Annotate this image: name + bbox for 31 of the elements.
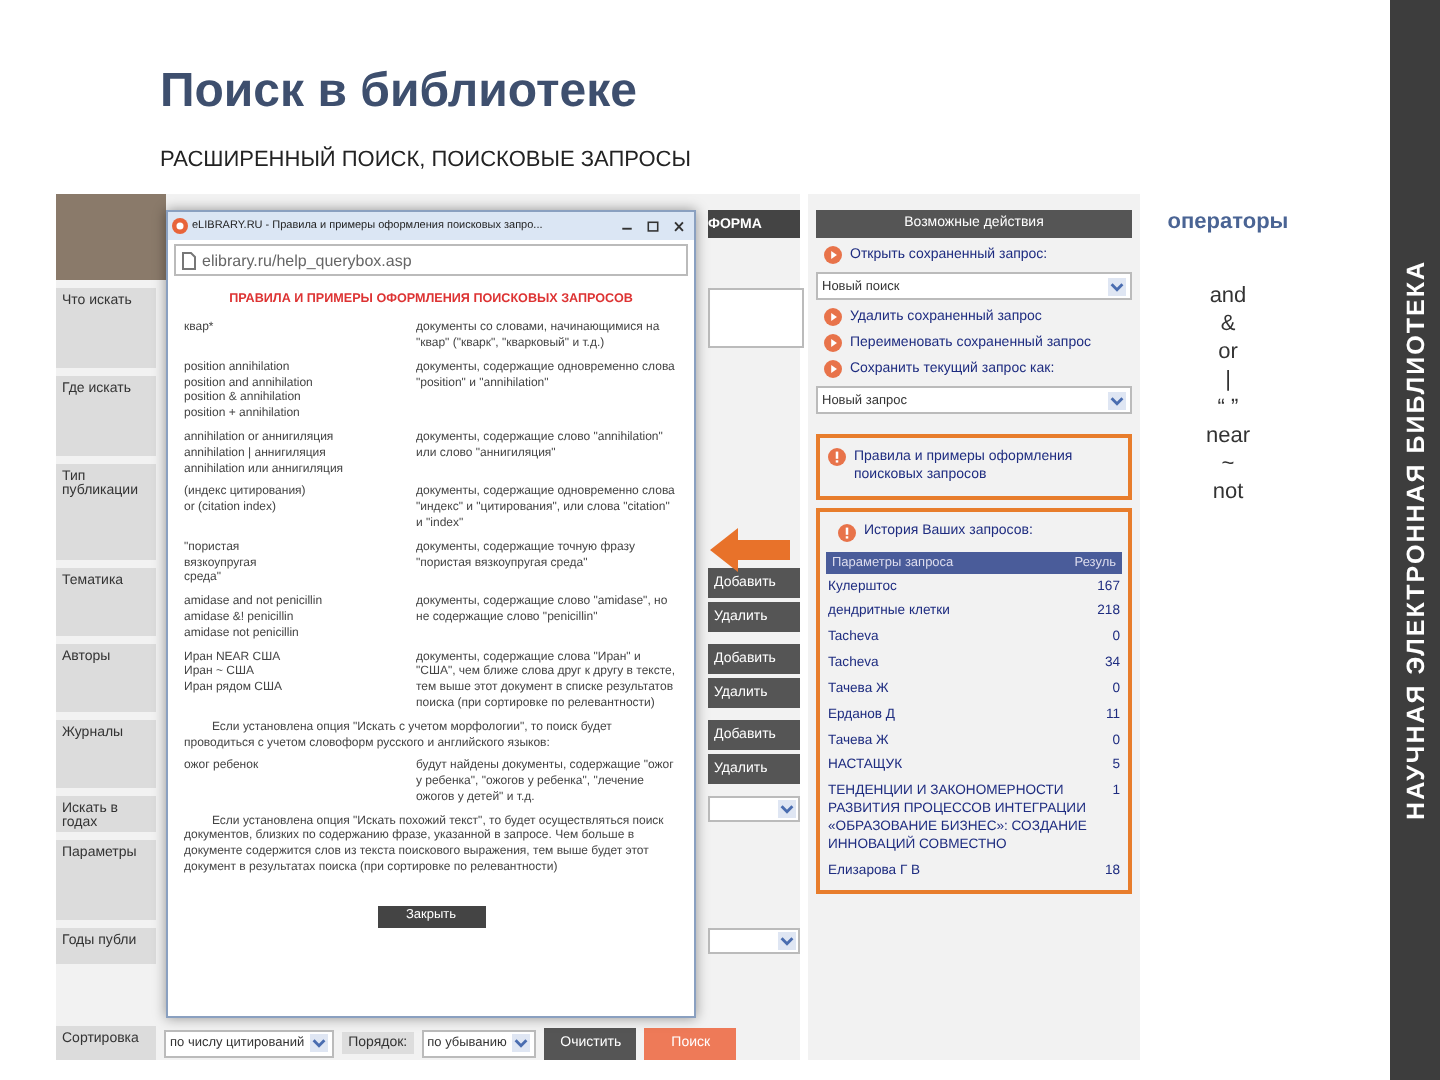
page-icon <box>182 251 196 269</box>
site-logo-icon <box>172 218 188 234</box>
operators-title: операторы <box>1167 210 1289 234</box>
address-bar[interactable]: elibrary.ru/help_querybox.asp <box>174 244 688 276</box>
dropdown-caret-icon <box>778 800 796 818</box>
arrow-left-icon <box>710 528 790 572</box>
play-icon <box>824 308 842 327</box>
maximize-icon[interactable] <box>642 217 664 235</box>
dropdown-caret-icon <box>1108 277 1126 296</box>
query-input-field[interactable] <box>708 288 804 348</box>
dropdown-caret-icon <box>512 1034 531 1052</box>
operator-text: ~ <box>1221 450 1235 478</box>
info-icon <box>828 448 846 467</box>
slide-title: Поиск в библиотеке <box>160 62 639 122</box>
info-icon <box>838 523 856 542</box>
dropdown-caret-icon <box>310 1034 329 1052</box>
operator-text: “ ” <box>1217 394 1239 422</box>
dropdown-caret-icon <box>778 932 796 950</box>
operator-text: or <box>1218 338 1238 366</box>
operator-text: near <box>1205 422 1251 450</box>
operator-text: & <box>1220 310 1236 338</box>
dropdown-caret-icon <box>1108 391 1126 410</box>
play-icon <box>824 360 842 379</box>
operator-text: not <box>1212 478 1244 506</box>
slide-subtitle: РАСШИРЕННЫЙ ПОИСК, ПОИСКОВЫЕ ЗАПРОСЫ <box>160 148 693 174</box>
play-icon <box>824 246 842 264</box>
operator-text: | <box>1225 366 1231 394</box>
play-icon <box>824 334 842 353</box>
operator-text: and <box>1209 282 1247 310</box>
side-banner: НАУЧНАЯ ЭЛЕКТРОННАЯ БИБЛИОТЕКА <box>1390 0 1440 1080</box>
photo-placeholder <box>56 194 166 280</box>
